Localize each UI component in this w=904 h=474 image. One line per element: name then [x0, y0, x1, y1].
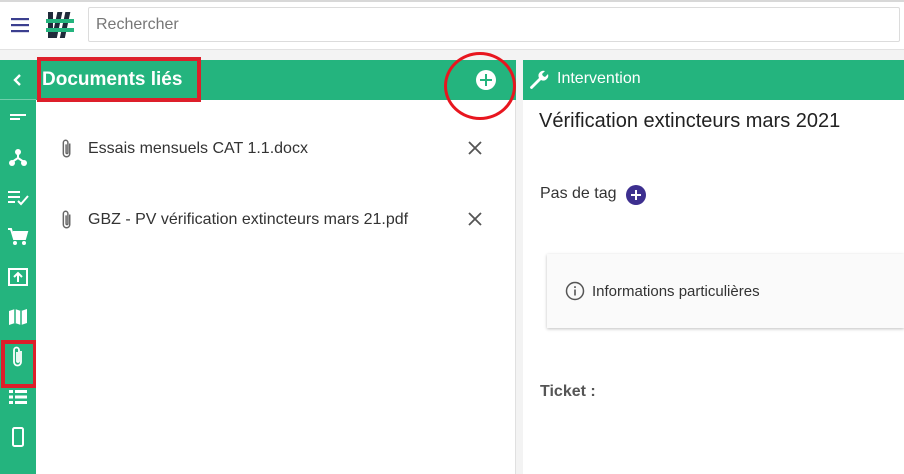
document-row[interactable]: Essais mensuels CAT 1.1.docx — [36, 134, 516, 164]
close-icon — [468, 141, 482, 155]
remove-document-button[interactable] — [466, 210, 484, 228]
top-bar — [0, 0, 904, 50]
sidebar-item-description[interactable] — [0, 104, 36, 134]
list-icon — [8, 388, 28, 411]
paperclip-icon — [10, 345, 26, 374]
map-icon — [8, 307, 28, 332]
intervention-panel: Intervention Vérification extincteurs ma… — [523, 60, 904, 474]
search-input[interactable] — [88, 7, 900, 42]
info-icon — [565, 281, 585, 301]
documents-panel: Documents liés Essais mensuels CAT 1.1.d… — [36, 52, 516, 474]
highlight-circle-add-button — [444, 52, 516, 120]
sidebar-item-checklist[interactable] — [0, 184, 36, 214]
sidebar-item-documents[interactable] — [0, 344, 36, 374]
sidebar-item-hierarchy[interactable] — [0, 144, 36, 174]
upload-box-icon — [7, 267, 29, 292]
intervention-header-label: Intervention — [557, 70, 641, 87]
documents-panel-header: Documents liés — [36, 52, 516, 120]
intervention-panel-header: Intervention — [523, 60, 904, 100]
close-icon — [468, 212, 482, 226]
add-tag-button[interactable] — [626, 185, 646, 205]
ticket-label: Ticket : — [540, 383, 596, 400]
chevron-left-icon[interactable] — [0, 65, 36, 95]
info-label: Informations particulières — [592, 283, 760, 300]
remove-document-button[interactable] — [466, 139, 484, 157]
tag-label: Pas de tag — [540, 185, 617, 202]
paperclip-icon — [58, 209, 76, 231]
phone-icon — [11, 426, 25, 453]
sidebar-item-list[interactable] — [0, 384, 36, 414]
collapse-panel-button[interactable] — [0, 60, 36, 100]
cart-icon — [7, 227, 29, 252]
sidebar-rail — [0, 60, 36, 474]
short-text-icon — [9, 110, 27, 129]
sidebar-item-upload[interactable] — [0, 264, 36, 294]
app-logo[interactable] — [44, 9, 76, 41]
checklist-icon — [7, 188, 29, 211]
sidebar-item-map[interactable] — [0, 304, 36, 334]
document-name[interactable]: Essais mensuels CAT 1.1.docx — [88, 140, 308, 158]
highlight-box-title — [37, 57, 201, 102]
document-name[interactable]: GBZ - PV vérification extincteurs mars 2… — [88, 211, 408, 229]
info-card[interactable]: Informations particulières — [547, 254, 904, 328]
wrench-icon — [527, 68, 551, 92]
document-row[interactable]: GBZ - PV vérification extincteurs mars 2… — [36, 205, 516, 235]
intervention-title: Vérification extincteurs mars 2021 — [539, 110, 841, 132]
sidebar-item-cart[interactable] — [0, 224, 36, 254]
hamburger-menu-icon[interactable] — [8, 14, 32, 36]
hierarchy-icon — [8, 147, 28, 172]
top-divider — [0, 0, 904, 2]
add-circle-icon — [626, 185, 646, 205]
sidebar-item-mobile[interactable] — [0, 424, 36, 454]
paperclip-icon — [58, 138, 76, 160]
